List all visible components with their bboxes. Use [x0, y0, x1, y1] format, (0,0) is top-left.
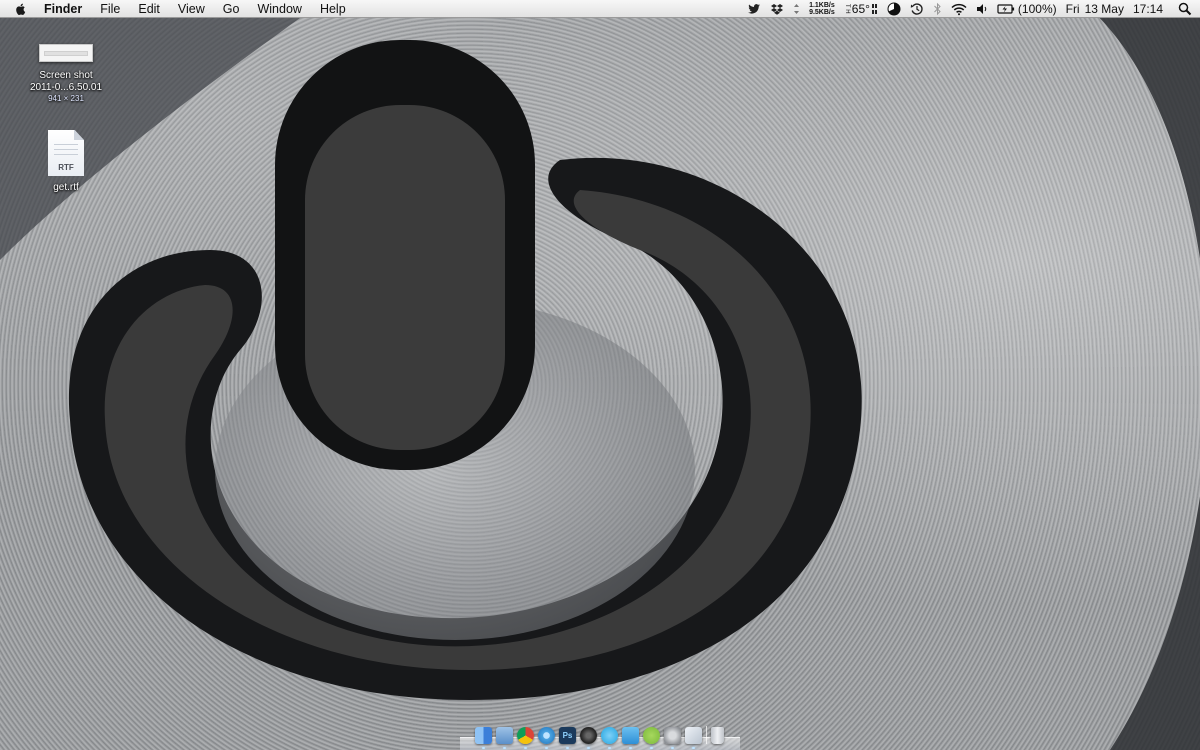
battery-percent: (100%): [1017, 2, 1057, 16]
battery-charging-icon: [997, 4, 1015, 14]
clock-time[interactable]: 17:14: [1133, 2, 1163, 16]
dropbox-icon[interactable]: [770, 2, 784, 16]
menu-go[interactable]: Go: [214, 0, 249, 18]
dock-trash-icon[interactable]: [711, 726, 724, 744]
network-speed-monitor[interactable]: 1.1KB/s 9.5KB/s: [809, 2, 835, 16]
cpu-pie-icon[interactable]: [887, 2, 901, 16]
desktop-item-label-line2: 2011-0...6.50.01: [29, 82, 103, 93]
desktop-wallpaper: [0, 0, 1200, 750]
dock-chrome-icon[interactable]: [517, 726, 534, 749]
dock-aperture-icon[interactable]: [580, 726, 597, 749]
apple-menu-icon[interactable]: [14, 2, 28, 16]
desktop-item-get-rtf[interactable]: RTF get.rtf: [26, 130, 106, 194]
dock-system-preferences-icon[interactable]: [664, 726, 681, 749]
menu-app-finder[interactable]: Finder: [40, 0, 91, 18]
menu-file[interactable]: File: [91, 0, 129, 18]
clock-day[interactable]: Fri: [1066, 2, 1080, 16]
clock-date[interactable]: 13 May: [1085, 2, 1124, 16]
rtf-badge: RTF: [58, 163, 74, 172]
menu-help[interactable]: Help: [311, 0, 355, 18]
dock-finder-icon[interactable]: [475, 726, 492, 749]
rtf-document-icon: RTF: [48, 130, 84, 176]
temperature-monitor[interactable]: T H 65°: [844, 2, 878, 16]
screenshot-icon: [39, 44, 93, 62]
battery-status[interactable]: (100%): [997, 2, 1057, 16]
status-menus: 1.1KB/s 9.5KB/s T H 65° (100%) Fri 13 Ma…: [747, 0, 1192, 18]
temperature-value: 65°: [851, 2, 870, 16]
dock: Ps: [462, 720, 737, 750]
dock-spotify-icon[interactable]: [643, 726, 660, 749]
dock-separator: [706, 726, 707, 744]
wifi-icon[interactable]: [951, 2, 967, 16]
twitter-bird-icon[interactable]: [747, 2, 761, 16]
net-download-speed: 9.5KB/s: [809, 9, 835, 16]
dock-skype-icon[interactable]: [601, 726, 618, 749]
dock-twitter-icon[interactable]: [622, 726, 639, 749]
net-upload-speed: 1.1KB/s: [809, 2, 835, 9]
sync-arrows-icon: [794, 4, 800, 14]
fan-bars-icon: [871, 4, 877, 14]
desktop-item-screenshot[interactable]: Screen shot 2011-0...6.50.01 941 × 231: [26, 44, 106, 104]
temperature-sensor-label: T H: [843, 4, 850, 14]
dock-mail-icon[interactable]: [685, 726, 702, 749]
dock-preview-icon[interactable]: [496, 726, 513, 749]
dock-photoshop-icon[interactable]: Ps: [559, 726, 576, 749]
bluetooth-icon[interactable]: [933, 2, 942, 16]
menu-window[interactable]: Window: [248, 0, 310, 18]
desktop-item-label: get.rtf: [53, 182, 79, 193]
menu-view[interactable]: View: [169, 0, 214, 18]
time-machine-icon[interactable]: [910, 2, 924, 16]
desktop-item-label: Screen shot: [39, 70, 93, 81]
menu-edit[interactable]: Edit: [129, 0, 169, 18]
image-dimensions: 941 × 231: [48, 94, 84, 103]
spotlight-search-icon[interactable]: [1178, 2, 1192, 16]
dock-itunes-icon[interactable]: [538, 726, 555, 749]
volume-icon[interactable]: [976, 2, 988, 16]
menu-bar: Finder File Edit View Go Window Help 1.1…: [0, 0, 1200, 18]
